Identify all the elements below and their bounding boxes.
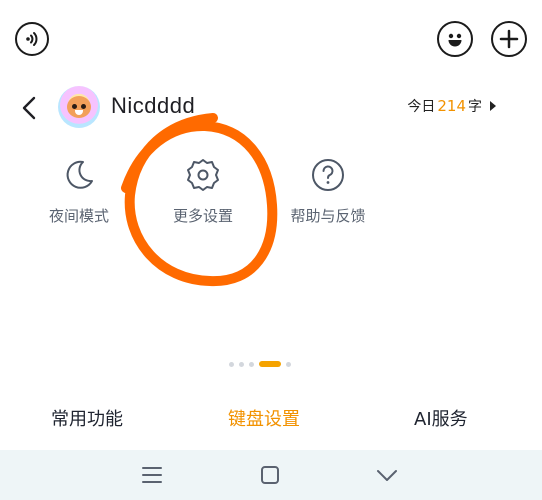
moon-icon xyxy=(66,160,93,189)
night-mode-label: 夜间模式 xyxy=(48,207,109,225)
menu-icon xyxy=(142,467,162,483)
system-navigation-bar xyxy=(0,450,542,500)
nav-back-button[interactable] xyxy=(373,462,401,488)
voice-button[interactable] xyxy=(15,22,49,56)
tab-ai-services[interactable]: AI服务 xyxy=(414,405,468,431)
nav-home-button[interactable] xyxy=(256,462,284,488)
top-toolbar xyxy=(0,0,542,80)
page-dot xyxy=(239,361,244,367)
avatar-face xyxy=(67,96,91,118)
bottom-tabs: 常用功能 键盘设置 AI服务 xyxy=(0,405,542,437)
page-dot-active xyxy=(259,361,281,367)
add-button[interactable] xyxy=(491,21,527,57)
page-indicator xyxy=(229,361,291,367)
today-suffix: 字 xyxy=(468,99,482,115)
avatar-eye xyxy=(72,104,77,109)
chevron-left-icon xyxy=(22,96,36,120)
today-prefix: 今日 xyxy=(407,99,436,115)
tab-common-functions[interactable]: 常用功能 xyxy=(51,405,123,431)
emoji-button[interactable] xyxy=(437,21,473,57)
today-count: 214 xyxy=(437,97,466,115)
more-settings-button[interactable]: 更多设置 xyxy=(158,157,248,226)
caret-right-icon xyxy=(490,101,496,111)
panel-header: Nicdddd 今日 214 字 xyxy=(0,80,542,140)
username[interactable]: Nicdddd xyxy=(111,93,195,119)
add-icon xyxy=(499,29,519,49)
nav-recents-button[interactable] xyxy=(138,462,166,488)
back-button[interactable] xyxy=(18,94,40,122)
night-mode-button[interactable]: 夜间模式 xyxy=(34,157,124,226)
page-dot xyxy=(229,361,234,367)
tab-keyboard-settings[interactable]: 键盘设置 xyxy=(228,405,300,431)
help-feedback-button[interactable]: 帮助与反馈 xyxy=(283,157,373,226)
today-word-count[interactable]: 今日 214 字 xyxy=(407,96,496,116)
help-feedback-label: 帮助与反馈 xyxy=(290,207,366,225)
gear-icon xyxy=(187,159,219,191)
help-icon xyxy=(312,159,344,191)
avatar-mouth xyxy=(75,110,83,115)
voice-icon xyxy=(26,32,38,46)
more-settings-label: 更多设置 xyxy=(172,207,233,225)
square-icon xyxy=(261,466,279,484)
chevron-down-icon xyxy=(377,470,397,481)
avatar-eye xyxy=(81,104,86,109)
avatar[interactable] xyxy=(58,86,100,128)
page-dot xyxy=(286,361,291,367)
page-dot xyxy=(249,361,254,367)
emoji-icon xyxy=(448,33,462,47)
